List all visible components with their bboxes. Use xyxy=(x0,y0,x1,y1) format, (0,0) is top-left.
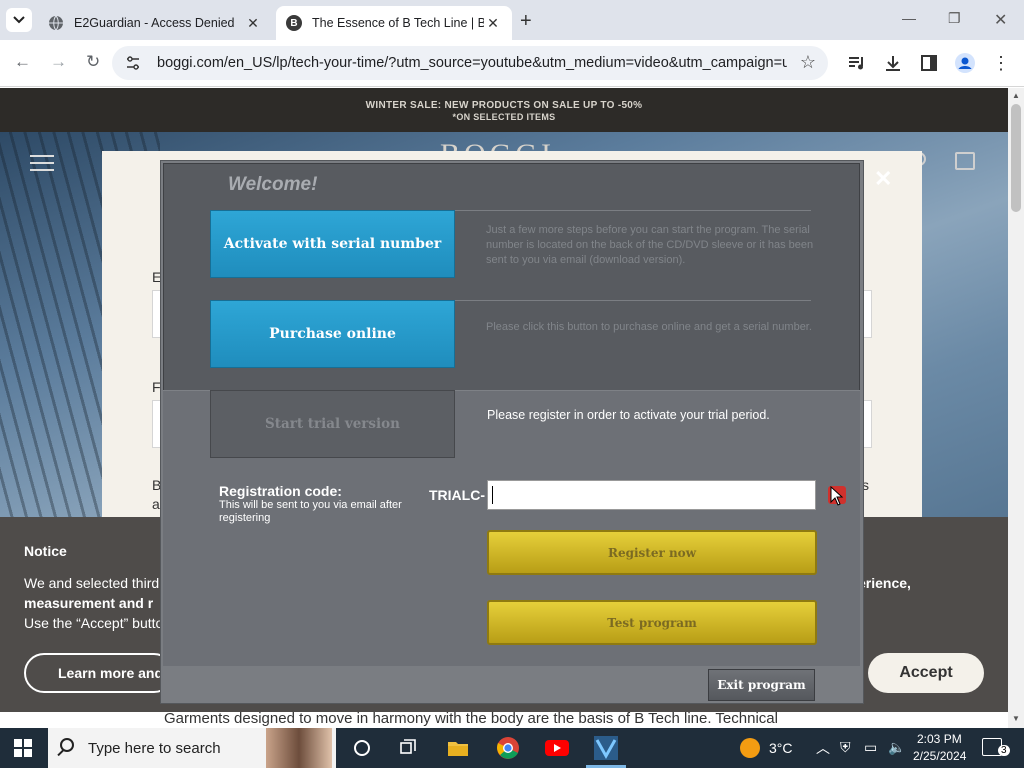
side-panel-icon[interactable] xyxy=(918,52,940,74)
activate-description: Just a few more steps before you can sta… xyxy=(486,224,814,266)
taskbar-search-box[interactable]: Type here to search xyxy=(48,728,336,768)
profile-avatar-icon[interactable] xyxy=(954,52,976,74)
bookmark-star-icon[interactable]: ☆ xyxy=(800,52,816,73)
tab-e2guardian[interactable]: E2Guardian - Access Denied ✕ xyxy=(38,6,272,40)
registration-code-hint: This will be sent to you via email after… xyxy=(219,499,402,524)
text-caret xyxy=(492,486,493,504)
activate-serial-button[interactable]: Activate with serial number xyxy=(210,210,455,278)
task-view-icon[interactable] xyxy=(396,736,420,760)
tab-title: The Essence of B Tech Line | Bo xyxy=(312,16,484,30)
sale-line-1: WINTER SALE: NEW PRODUCTS ON SALE UP TO … xyxy=(365,100,643,111)
file-explorer-icon[interactable] xyxy=(446,736,470,760)
kebab-menu-icon[interactable]: ⋮ xyxy=(990,52,1012,74)
site-info-icon[interactable] xyxy=(124,54,142,72)
mouse-pointer-icon xyxy=(830,485,844,511)
scrollbar-thumb[interactable] xyxy=(1011,104,1021,212)
page-scrollbar[interactable]: ▲ ▼ xyxy=(1008,88,1024,728)
security-tray-icon[interactable]: ⛨ xyxy=(840,739,851,756)
purchase-online-button[interactable]: Purchase online xyxy=(210,300,455,368)
url-text: boggi.com/en_US/lp/tech-your-time/?utm_s… xyxy=(157,55,787,71)
test-program-button[interactable]: Test program xyxy=(487,600,817,645)
new-tab-button[interactable]: + xyxy=(520,10,532,33)
download-icon[interactable] xyxy=(882,52,904,74)
tray-expand-icon[interactable]: ︿ xyxy=(816,738,830,758)
start-trial-button[interactable]: Start trial version xyxy=(210,390,455,458)
volume-icon[interactable]: 🔈 xyxy=(888,739,905,756)
purchase-description: Please click this button to purchase onl… xyxy=(486,321,812,333)
learn-more-button[interactable]: Learn more and xyxy=(24,653,174,693)
cookie-notice-title: Notice xyxy=(24,543,67,559)
sale-banner[interactable]: WINTER SALE: NEW PRODUCTS ON SALE UP TO … xyxy=(0,88,1008,132)
tab-title: E2Guardian - Access Denied xyxy=(74,16,235,30)
tab-close-icon[interactable]: ✕ xyxy=(484,15,502,32)
scroll-up-icon[interactable]: ▲ xyxy=(1012,91,1020,100)
cookie-notice-text: measurement and r xyxy=(24,595,154,611)
cookie-notice-text: We and selected third xyxy=(24,575,160,591)
address-bar[interactable]: boggi.com/en_US/lp/tech-your-time/?utm_s… xyxy=(112,46,828,80)
minimize-icon[interactable]: — xyxy=(902,10,916,26)
taskbar-search-placeholder: Type here to search xyxy=(88,740,221,757)
cortana-icon[interactable] xyxy=(350,736,374,760)
browser-toolbar: ← → ↻ boggi.com/en_US/lp/tech-your-time/… xyxy=(0,40,1024,87)
weather-temperature[interactable]: 3°C xyxy=(769,740,793,756)
tab-search-button[interactable] xyxy=(6,8,32,32)
sale-line-2: *ON SELECTED ITEMS xyxy=(452,112,556,122)
shopping-bag-icon[interactable] xyxy=(955,152,975,170)
registration-prefix: TRIALC- xyxy=(429,487,485,503)
tab-strip: E2Guardian - Access Denied ✕ B The Essen… xyxy=(0,0,1024,40)
weather-icon[interactable] xyxy=(738,736,762,760)
scroll-down-icon[interactable]: ▼ xyxy=(1012,714,1020,723)
divider xyxy=(455,210,811,211)
page-body-strip: Garments designed to move in harmony wit… xyxy=(0,712,1008,728)
page-body-text: Garments designed to move in harmony wit… xyxy=(164,712,778,727)
restore-icon[interactable]: ❐ xyxy=(948,10,961,27)
registration-code-input[interactable] xyxy=(487,480,816,510)
cookie-notice-text: erience, xyxy=(858,575,911,591)
clock-date[interactable]: 2/25/2024 xyxy=(913,749,966,763)
tab-close-icon[interactable]: ✕ xyxy=(244,15,262,32)
registration-code-label: Registration code: xyxy=(219,483,342,499)
notification-badge: 3 xyxy=(998,745,1010,756)
boggi-favicon-icon: B xyxy=(286,15,302,31)
reload-icon[interactable]: ↻ xyxy=(86,52,100,72)
forward-arrow-icon[interactable]: → xyxy=(50,52,67,72)
windows-taskbar: Type here to search 3°C ︿ ⛨ ▭ 🔈 2:03 PM … xyxy=(0,728,1024,768)
register-now-button[interactable]: Register now xyxy=(487,530,817,575)
windows-start-icon[interactable] xyxy=(14,739,32,757)
exit-program-button[interactable]: Exit program xyxy=(708,669,815,701)
trial-description: Please register in order to activate you… xyxy=(487,408,770,422)
active-app-icon[interactable] xyxy=(594,736,618,760)
divider xyxy=(455,300,811,301)
search-highlight-image xyxy=(266,728,332,768)
tab-boggi[interactable]: B The Essence of B Tech Line | Bo ✕ xyxy=(276,6,512,40)
youtube-icon[interactable] xyxy=(544,736,569,760)
back-arrow-icon[interactable]: ← xyxy=(14,52,31,72)
accept-cookies-button[interactable]: Accept xyxy=(868,653,984,693)
network-icon[interactable]: ▭ xyxy=(864,739,877,756)
chevron-down-icon xyxy=(13,16,25,24)
dialog-title: Welcome! xyxy=(228,174,318,195)
dialog-close-icon[interactable]: ✕ xyxy=(874,166,892,192)
media-control-icon[interactable] xyxy=(846,52,868,74)
window-close-icon[interactable]: ✕ xyxy=(994,10,1007,30)
form-label: a xyxy=(152,496,160,512)
hamburger-menu-icon[interactable] xyxy=(30,155,54,176)
globe-icon xyxy=(48,15,64,31)
clock-time[interactable]: 2:03 PM xyxy=(917,732,962,746)
chrome-icon[interactable] xyxy=(496,736,520,760)
cookie-notice-text: Use the “Accept” butto xyxy=(24,615,164,631)
